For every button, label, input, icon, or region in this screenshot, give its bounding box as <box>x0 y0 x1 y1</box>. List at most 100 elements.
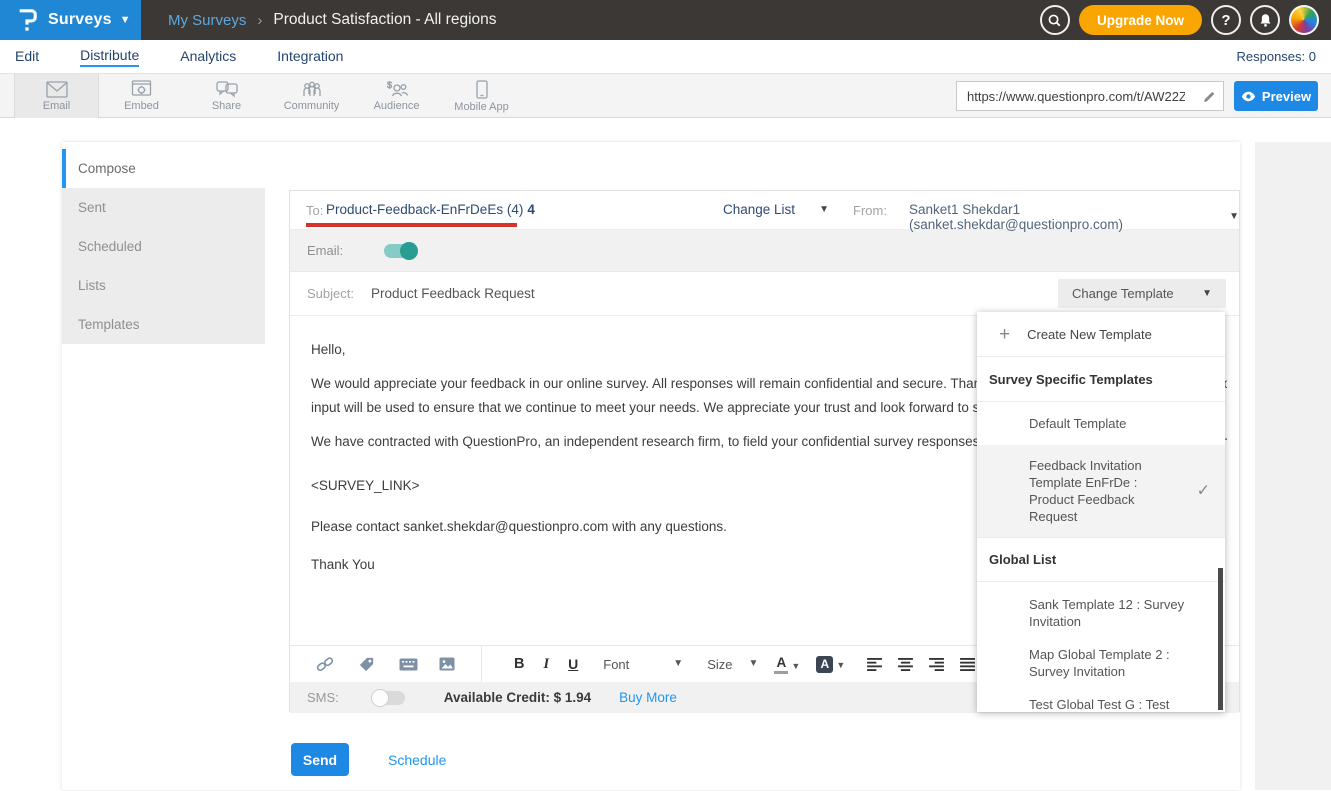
product-switcher-label[interactable]: Surveys <box>48 11 112 29</box>
text-color-button[interactable]: A ▼ <box>774 655 800 674</box>
template-item-label: Feedback Invitation Template EnFrDe : Pr… <box>1029 458 1142 524</box>
help-button[interactable]: ? <box>1211 5 1241 35</box>
email-icon <box>46 81 68 98</box>
tab-integration[interactable]: Integration <box>277 48 343 66</box>
sms-toggle[interactable] <box>372 691 405 705</box>
channel-tab-community[interactable]: Community <box>269 74 354 118</box>
sidebar-item-compose[interactable]: Compose <box>62 149 265 188</box>
survey-url-box <box>956 81 1224 111</box>
justify-icon <box>960 658 975 671</box>
channel-tab-embed[interactable]: Embed <box>99 74 184 118</box>
preview-button[interactable]: Preview <box>1234 81 1318 111</box>
topbar-actions: Upgrade Now ? <box>1040 5 1319 35</box>
tab-distribute[interactable]: Distribute <box>80 47 139 67</box>
keyboard-icon <box>399 658 418 671</box>
to-list-name: Product-Feedback-EnFrDeEs (4) <box>326 202 523 217</box>
text-color-letter: A <box>774 655 788 674</box>
breadcrumb-my-surveys[interactable]: My Surveys <box>168 12 246 29</box>
template-item-map-global-2[interactable]: Map Global Template 2 : Survey Invitatio… <box>977 632 1225 682</box>
tab-edit[interactable]: Edit <box>15 48 39 66</box>
change-list-dropdown[interactable]: Change List ▼ <box>723 202 829 217</box>
schedule-link[interactable]: Schedule <box>388 752 446 768</box>
embed-icon <box>131 80 152 98</box>
font-size-dropdown[interactable]: Size ▼ <box>707 657 758 672</box>
chevron-down-icon: ▼ <box>748 659 758 669</box>
template-item-test-global[interactable]: Test Global Test G : Test PAA G <box>977 682 1225 712</box>
keyboard-button[interactable] <box>399 658 418 671</box>
buy-more-link[interactable]: Buy More <box>619 690 677 705</box>
chevron-down-icon: ▼ <box>1229 212 1239 222</box>
channel-tab-label: Mobile App <box>454 101 508 113</box>
mobile-app-icon <box>476 80 488 99</box>
template-item-feedback-invitation[interactable]: Feedback Invitation Template EnFrDe : Pr… <box>977 445 1225 537</box>
font-family-dropdown[interactable]: Font ▼ <box>603 657 683 672</box>
upgrade-now-button[interactable]: Upgrade Now <box>1079 5 1202 35</box>
align-left-button[interactable] <box>867 658 882 671</box>
toggle-knob <box>400 242 418 260</box>
sidebar-item-label: Templates <box>78 317 140 332</box>
subject-label: Subject: <box>307 286 354 301</box>
bell-icon <box>1258 13 1273 28</box>
sidebar-item-sent[interactable]: Sent <box>62 188 265 227</box>
active-indicator <box>62 149 66 188</box>
responses-count: Responses: 0 <box>1237 49 1317 64</box>
italic-button[interactable]: I <box>543 656 549 673</box>
change-template-dropdown[interactable]: Change Template ▼ <box>1058 279 1226 308</box>
link-icon <box>316 655 334 673</box>
survey-nav: Edit Distribute Analytics Integration Re… <box>0 40 1331 74</box>
send-button[interactable]: Send <box>291 743 349 776</box>
create-new-template-item[interactable]: + Create New Template <box>977 312 1225 357</box>
channel-tab-mobile-app[interactable]: Mobile App <box>439 74 524 118</box>
sidebar-item-scheduled[interactable]: Scheduled <box>62 227 265 266</box>
to-row: To: Product-Feedback-EnFrDeEs (4)4 Chang… <box>290 191 1239 230</box>
sidebar-item-label: Lists <box>78 278 106 293</box>
align-right-button[interactable] <box>929 658 944 671</box>
compose-actions: Send Schedule <box>291 743 446 776</box>
tag-icon <box>358 656 375 673</box>
sidebar-item-lists[interactable]: Lists <box>62 266 265 305</box>
channel-tab-share[interactable]: Share <box>184 74 269 118</box>
email-sidebar: Compose Sent Scheduled Lists Templates <box>62 149 265 344</box>
community-icon <box>301 80 323 98</box>
template-item-sank-12[interactable]: Sank Template 12 : Survey Invitation <box>977 582 1225 632</box>
tab-analytics[interactable]: Analytics <box>180 48 236 66</box>
bold-button[interactable]: B <box>514 656 524 672</box>
merge-tag-button[interactable] <box>358 656 375 673</box>
notifications-button[interactable] <box>1250 5 1280 35</box>
page-title: Product Satisfaction - All regions <box>273 11 496 29</box>
svg-text:$: $ <box>387 80 392 90</box>
subject-row: Subject: Product Feedback Request Change… <box>290 272 1239 316</box>
email-toggle[interactable] <box>384 244 417 258</box>
menu-scrollbar[interactable] <box>1218 568 1223 710</box>
channel-tab-audience[interactable]: $ Audience <box>354 74 439 118</box>
account-avatar[interactable] <box>1289 5 1319 35</box>
app-logo-area[interactable]: Surveys ▼ <box>0 0 141 40</box>
to-list-value[interactable]: Product-Feedback-EnFrDeEs (4)4 <box>326 202 535 217</box>
channel-tab-email[interactable]: Email <box>14 74 99 118</box>
share-icon <box>216 80 238 98</box>
insert-link-button[interactable] <box>316 655 334 673</box>
insert-image-button[interactable] <box>439 657 455 671</box>
template-item-default[interactable]: Default Template <box>977 402 1225 445</box>
sidebar-item-label: Compose <box>78 161 136 176</box>
survey-url-input[interactable] <box>957 82 1185 110</box>
toggle-knob <box>371 689 389 707</box>
align-left-icon <box>867 658 882 671</box>
edit-url-button[interactable] <box>1202 89 1216 109</box>
search-button[interactable] <box>1040 5 1070 35</box>
background-color-button[interactable]: A ▼ <box>816 656 845 673</box>
subject-input[interactable]: Product Feedback Request <box>371 286 535 301</box>
audience-icon: $ <box>385 80 409 98</box>
align-center-button[interactable] <box>898 658 913 671</box>
justify-button[interactable] <box>960 658 975 671</box>
eye-icon <box>1241 91 1256 102</box>
chevron-down-icon: ▼ <box>1202 289 1212 299</box>
search-icon <box>1047 13 1062 28</box>
chevron-down-icon: ▼ <box>791 661 800 671</box>
channel-tabs: Email Embed Share Community <box>14 74 524 118</box>
from-dropdown[interactable]: Sanket1 Shekdar1 (sanket.shekdar@questio… <box>909 202 1239 232</box>
underline-button[interactable]: U <box>568 656 578 672</box>
breadcrumb: My Surveys › Product Satisfaction - All … <box>168 0 497 40</box>
pencil-icon <box>1202 89 1216 104</box>
sidebar-item-templates[interactable]: Templates <box>62 305 265 344</box>
